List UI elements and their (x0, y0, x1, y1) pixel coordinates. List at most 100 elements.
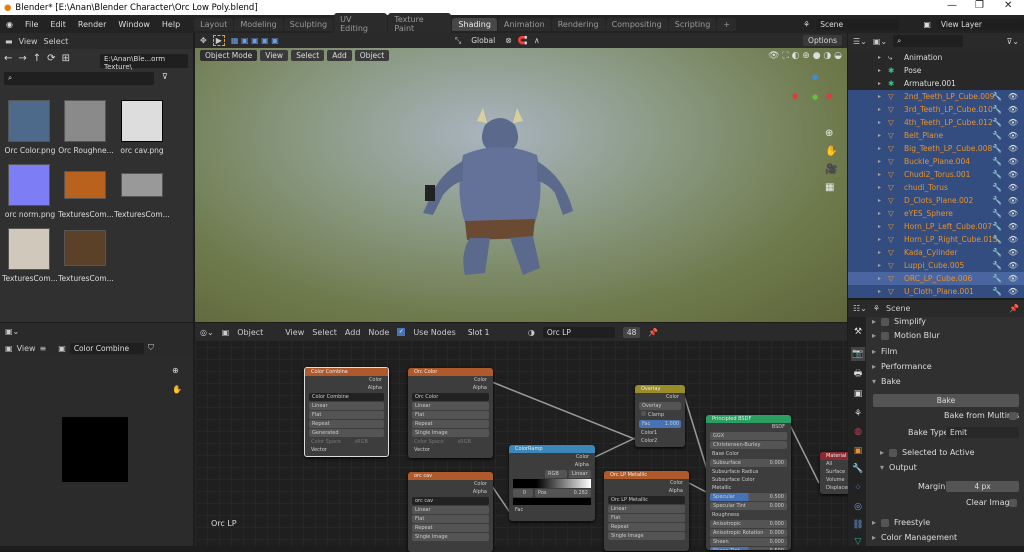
extension-dropdown[interactable]: Repeat (309, 420, 384, 428)
bsdf-param[interactable]: Specular 0.500 (710, 493, 787, 501)
socket-color1[interactable]: Color1 (635, 429, 685, 437)
visibility-eye-icon[interactable]: 👁 (1008, 131, 1018, 140)
outliner-item[interactable]: ▸ ▽ Kada_Cylinder 🔧 👁 (848, 246, 1024, 259)
extension-dropdown[interactable]: Repeat (412, 524, 489, 532)
viewport-menu-view[interactable]: View (260, 50, 289, 61)
image-name-field[interactable]: Color Combine (69, 342, 144, 354)
node-orc-lp-metallic[interactable]: Orc LP Metallic Color Alpha Orc LP Metal… (604, 471, 689, 551)
zoom-icon[interactable]: ⊕ (172, 366, 179, 375)
expand-arrow-icon[interactable]: ▸ (878, 236, 881, 243)
tab-shading[interactable]: Shading (452, 17, 497, 31)
visibility-eye-icon[interactable]: 👁 (1008, 196, 1018, 205)
motion-blur-checkbox[interactable] (881, 331, 890, 340)
modifier-icon[interactable]: 🔧 (992, 235, 1002, 244)
file-thumb-texture[interactable] (121, 173, 163, 197)
modifier-icon[interactable]: 🔧 (992, 209, 1002, 218)
stop-index-field[interactable]: 0 (513, 489, 533, 497)
expand-arrow-icon[interactable]: ▸ (878, 106, 881, 113)
bake-button[interactable]: Bake (873, 394, 1019, 407)
expand-arrow-icon[interactable]: ▸ (878, 67, 881, 74)
visibility-eye-icon[interactable]: 👁 (1008, 183, 1018, 192)
expand-arrow-icon[interactable]: ▸ (878, 119, 881, 126)
expand-arrow-icon[interactable]: ▸ (878, 93, 881, 100)
expand-arrow-icon[interactable]: ▸ (878, 145, 881, 152)
selected-to-active-panel[interactable]: Selected to Active (902, 448, 975, 457)
output-subpanel[interactable]: Output (889, 463, 917, 472)
socket-color[interactable]: Color (408, 376, 493, 384)
bake-panel[interactable]: Bake (881, 377, 901, 386)
3d-viewport[interactable]: ✥ ▶ ▦ ▣ ▣ ▣ ▣ ⤡ Global ⊗ 🧲 ∧ Options Obj… (195, 33, 847, 322)
tab-scripting[interactable]: Scripting (668, 17, 717, 31)
mode-dropdown[interactable]: Object Mode (200, 50, 258, 61)
visibility-eye-icon[interactable]: 👁 (1008, 222, 1018, 231)
back-icon[interactable]: ← (4, 53, 12, 64)
param-value[interactable]: 0.000 (770, 502, 784, 510)
visibility-eye-icon[interactable]: 👁 (1008, 118, 1018, 127)
interpolation-dropdown[interactable]: Linear (309, 402, 384, 410)
expand-arrow-icon[interactable]: ▸ (878, 210, 881, 217)
margin-field[interactable]: 4 px (946, 481, 1019, 492)
extension-dropdown[interactable]: Repeat (608, 523, 685, 531)
outliner-item[interactable]: ▸ ▽ Buckle_Plane.004 🔧 👁 (848, 155, 1024, 168)
expand-arrow-icon[interactable]: ▸ (878, 249, 881, 256)
file-thumb-orc-norm[interactable] (8, 164, 50, 206)
socket-color[interactable]: Color (604, 479, 689, 487)
modifier-icon[interactable]: 🔧 (992, 105, 1002, 114)
bsdf-param[interactable]: Base Color (706, 450, 791, 458)
bsdf-param[interactable]: Subsurface Color (706, 476, 791, 484)
socket-vector[interactable]: Vector (408, 446, 493, 454)
modifier-icon[interactable]: 🔧 (992, 261, 1002, 270)
fac-field[interactable]: 1.000 (665, 420, 679, 428)
node-orc-color[interactable]: Orc Color Color Alpha Orc Color Linear F… (408, 368, 493, 458)
target-dropdown[interactable]: All (820, 460, 850, 468)
bsdf-param[interactable]: Roughness (706, 511, 791, 519)
proportional-icon[interactable]: ∧ (534, 36, 540, 45)
source-dropdown[interactable]: Single Image (608, 532, 685, 540)
color-space-value[interactable]: sRGB (354, 439, 367, 445)
visibility-eye-icon[interactable]: 👁 (1008, 170, 1018, 179)
visibility-eye-icon[interactable]: 👁 (1008, 92, 1018, 101)
tab-compositing[interactable]: Compositing (605, 17, 668, 31)
image-field[interactable]: Color Combine (309, 393, 384, 401)
socket-alpha[interactable]: Alpha (604, 487, 689, 495)
interpolation-dropdown[interactable]: Linear (412, 402, 489, 410)
modifier-icon[interactable]: 🔧 (992, 274, 1002, 283)
hand-pan-icon[interactable]: ✋ (172, 385, 182, 394)
parent-dir-icon[interactable]: ↑ (33, 53, 41, 64)
expand-arrow-icon[interactable]: ▸ (878, 80, 881, 87)
param-value[interactable]: 0.000 (770, 529, 784, 537)
expand-arrow-icon[interactable]: ▸ (878, 132, 881, 139)
visibility-eye-icon[interactable]: 👁 (1008, 235, 1018, 244)
expand-arrow-icon[interactable]: ▸ (878, 288, 881, 295)
outliner-item[interactable]: ▸ ▽ 2nd_Teeth_LP_Cube.009 🔧 👁 (848, 90, 1024, 103)
viewport-menu-select[interactable]: Select (291, 50, 325, 61)
options-dropdown[interactable]: Options (803, 35, 842, 46)
modifier-icon[interactable]: 🔧 (992, 92, 1002, 101)
navigation-gizmo[interactable]: ● ● ● ● (792, 73, 836, 117)
param-value[interactable]: 0.500 (770, 493, 784, 501)
image-editor-icon[interactable]: ▣⌄ (5, 327, 19, 336)
visibility-eye-icon[interactable]: 👁 (1008, 105, 1018, 114)
image-field[interactable]: Orc Color (412, 393, 489, 401)
socket-surface[interactable]: Surface (820, 468, 850, 476)
clear-image-checkbox[interactable] (1009, 499, 1017, 507)
outliner-item[interactable]: ▸ ▽ Horn_LP_Left_Cube.007 🔧 👁 (848, 220, 1024, 233)
color-mode-dropdown[interactable]: RGB (545, 470, 567, 478)
modifier-icon[interactable]: 🔧 (992, 131, 1002, 140)
clamp-checkbox[interactable] (641, 411, 646, 416)
bsdf-param[interactable]: Anisotropic 0.000 (710, 520, 787, 528)
scene-selector[interactable]: Scene (816, 18, 900, 30)
visibility-eye-icon[interactable]: 👁 (1008, 144, 1018, 153)
select-tool-icon[interactable]: ▶ (212, 35, 225, 46)
socket-vector[interactable]: Vector (305, 446, 388, 454)
image-menu-view[interactable]: View (17, 344, 36, 353)
bsdf-param[interactable]: Specular Tint 0.000 (710, 502, 787, 510)
new-folder-icon[interactable]: ⊞ (62, 53, 70, 64)
outliner-item[interactable]: ▸ ▽ ORC_LP_Cube.006 🔧 👁 (848, 272, 1024, 285)
modifier-icon[interactable]: 🔧 (992, 157, 1002, 166)
fake-user-icon[interactable]: ⛉ (148, 343, 154, 353)
node-principled-bsdf[interactable]: Principled BSDF BSDF GGX Christensen-Bur… (706, 415, 791, 550)
expand-arrow-icon[interactable]: ▸ (878, 262, 881, 269)
modifier-icon[interactable]: 🔧 (992, 222, 1002, 231)
socket-alpha[interactable]: Alpha (408, 384, 493, 392)
